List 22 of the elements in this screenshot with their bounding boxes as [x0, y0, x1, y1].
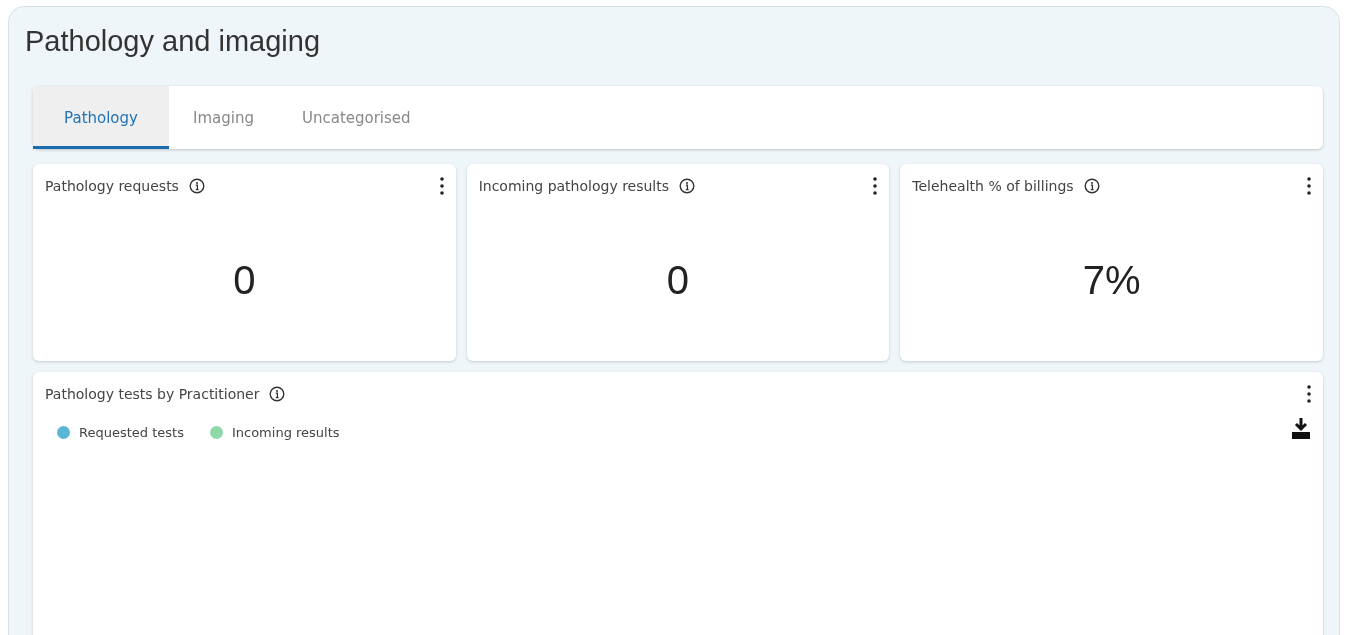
- info-icon[interactable]: [679, 178, 696, 194]
- more-options-icon[interactable]: [1307, 176, 1311, 196]
- tab[interactable]: Pathology: [33, 86, 169, 149]
- card-title: Telehealth % of billings: [912, 178, 1074, 194]
- page-title: Pathology and imaging: [25, 25, 321, 58]
- tab[interactable]: Imaging: [169, 86, 278, 149]
- metric-value: 0: [233, 258, 256, 303]
- legend-label: Incoming results: [231, 424, 340, 440]
- download-icon[interactable]: [1291, 418, 1311, 440]
- more-options-icon[interactable]: [873, 176, 878, 196]
- info-icon[interactable]: [188, 178, 205, 194]
- card-title: Pathology tests by Practitioner: [45, 386, 260, 402]
- more-options-icon[interactable]: [439, 176, 444, 196]
- metric-value: 0: [666, 258, 690, 303]
- card-title: Incoming pathology results: [478, 178, 670, 194]
- more-options-icon[interactable]: [1307, 384, 1311, 404]
- metric-value: 7%: [1082, 258, 1141, 303]
- info-icon[interactable]: [269, 386, 286, 402]
- tab[interactable]: Uncategorised: [277, 86, 435, 149]
- card-title: Pathology requests: [45, 178, 179, 194]
- legend-label: Requested tests: [79, 424, 184, 440]
- info-icon[interactable]: [1083, 178, 1100, 194]
